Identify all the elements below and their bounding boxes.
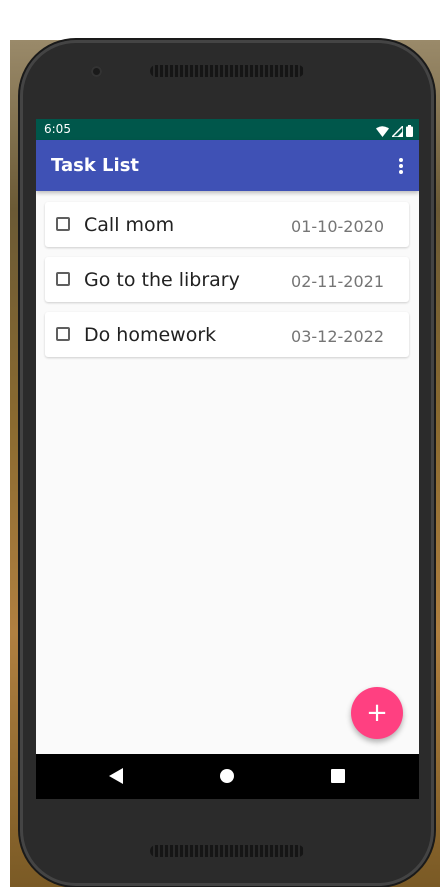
task-title: Go to the library	[84, 269, 240, 291]
more-vert-icon[interactable]	[391, 152, 411, 180]
task-list: Call mom 01-10-2020 Go to the library 02…	[45, 202, 409, 367]
task-title: Call mom	[84, 214, 175, 236]
add-icon: +	[366, 698, 388, 728]
task-title: Do homework	[84, 324, 217, 346]
device-screen: 6:05 Task List Call mom 01-10-2020 Go to…	[36, 119, 419, 799]
status-time: 6:05	[44, 122, 71, 136]
task-checkbox[interactable]	[56, 217, 70, 231]
task-date: 02-11-2021	[291, 272, 384, 291]
task-item[interactable]: Go to the library 02-11-2021	[45, 257, 409, 302]
task-checkbox[interactable]	[56, 327, 70, 341]
bottom-speaker	[150, 845, 304, 857]
app-bar: Task List	[36, 140, 419, 191]
task-date: 03-12-2022	[291, 327, 384, 346]
task-item[interactable]: Call mom 01-10-2020	[45, 202, 409, 247]
status-bar: 6:05	[36, 119, 419, 140]
task-checkbox[interactable]	[56, 272, 70, 286]
back-icon[interactable]	[106, 766, 126, 786]
add-task-button[interactable]: +	[351, 687, 403, 739]
recents-icon[interactable]	[328, 766, 348, 786]
battery-icon	[406, 122, 413, 141]
task-item[interactable]: Do homework 03-12-2022	[45, 312, 409, 357]
status-icons	[376, 122, 413, 141]
top-speaker	[150, 65, 304, 77]
home-icon[interactable]	[217, 766, 237, 786]
wifi-icon	[376, 122, 389, 141]
signal-icon	[390, 122, 404, 141]
front-camera	[91, 66, 102, 77]
navigation-bar	[36, 754, 419, 799]
app-title: Task List	[51, 155, 140, 176]
task-date: 01-10-2020	[291, 217, 384, 236]
